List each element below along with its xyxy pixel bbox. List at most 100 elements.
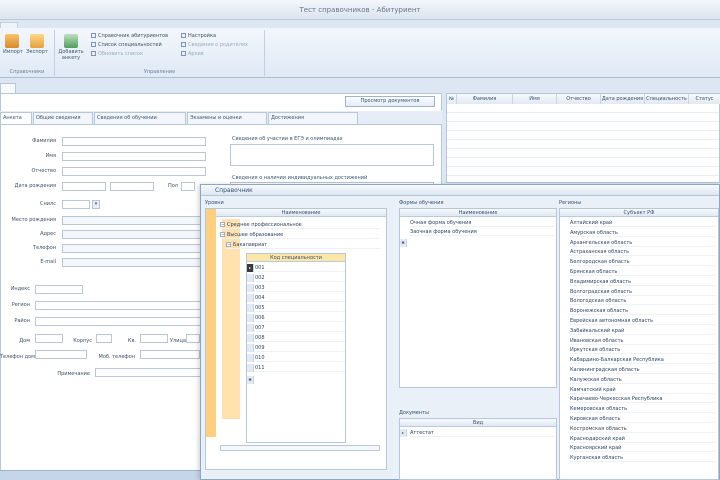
region-item[interactable]: Калининградская область [570,366,716,374]
region-item[interactable]: Ивановская область [570,337,716,345]
region-item[interactable]: Воронежская область [570,307,716,316]
region-item[interactable]: Амурская область [570,229,716,237]
region-item[interactable]: Брянская область [570,268,716,276]
tree-node[interactable]: − Бакалавриат [226,241,380,249]
region-item[interactable]: Калужская область [570,376,716,384]
forms-column-header[interactable]: Наименование [400,209,556,217]
region-item[interactable]: Кабардино-Балкарская Республика [570,356,716,365]
ribbon-item-applicants[interactable]: Справочник абитуриентов [91,33,168,40]
tab-general[interactable]: Общие сведения [33,112,93,124]
region-item[interactable]: Астраханская область [570,248,716,257]
table-row[interactable] [447,140,719,149]
grid-header[interactable]: Специальность [645,94,689,104]
birthplace-field[interactable] [62,216,206,225]
grid-header[interactable]: Имя [513,94,557,104]
list-item[interactable]: Очная форма обучения [410,219,554,227]
surname-field[interactable] [62,137,206,146]
new-row-icon[interactable]: ✱ [400,239,407,247]
birthdate-field[interactable] [62,182,106,191]
building-field[interactable] [96,334,112,343]
citizenship-field[interactable] [110,182,154,191]
region-item[interactable]: Владимирская область [570,278,716,286]
region-item[interactable]: Архангельская область [570,239,716,247]
patronymic-field[interactable] [62,167,206,176]
import-button[interactable]: Импорт [3,34,23,55]
documents-column-header[interactable]: Вид [400,419,556,427]
new-row-bar[interactable] [220,445,380,451]
region-item[interactable]: Белгородская область [570,258,716,267]
export-button[interactable]: Экспорт [23,34,51,55]
region-item[interactable]: Кемеровская область [570,405,716,414]
list-item[interactable]: 007 [255,324,345,332]
email-field[interactable] [62,258,206,267]
region-field[interactable] [35,301,201,310]
table-row[interactable] [447,104,719,113]
ege-box[interactable] [230,144,434,166]
add-form-button[interactable]: Добавить анкету [57,34,85,61]
table-row[interactable] [447,158,719,167]
list-item[interactable]: 006 [255,314,345,322]
snils-field[interactable] [62,200,90,209]
home-phone-field[interactable] [35,350,87,359]
grid-header[interactable]: Отчество [557,94,601,104]
tree-expand-icon[interactable]: − [220,232,225,237]
grid-header[interactable]: Фамилия [457,94,513,104]
new-row-icon[interactable]: ✱ [247,376,254,384]
table-row[interactable] [447,122,719,131]
region-item[interactable]: Кировская область [570,415,716,423]
list-item[interactable]: 009 [255,344,345,352]
gender-field[interactable] [181,182,195,191]
tab-form[interactable] [0,83,16,93]
ribbon-item-refresh[interactable]: Обновить список [91,51,143,58]
ribbon-item-parents[interactable]: Сведения о родителях [181,42,248,49]
region-item[interactable]: Иркутская область [570,346,716,355]
grid-header[interactable]: № [447,94,457,104]
tab-anketa[interactable]: Анкета [0,112,32,124]
street-field[interactable] [186,334,200,343]
region-item[interactable]: Красноярский край [570,444,716,453]
list-item[interactable]: 002 [255,274,345,282]
house-field[interactable] [35,334,63,343]
mobile-field[interactable] [140,350,200,359]
phone-field[interactable] [62,244,206,253]
levels-column-header[interactable]: Наименование [216,209,386,217]
tree-expand-icon[interactable]: − [226,242,231,247]
address-field[interactable] [62,230,206,239]
list-item[interactable]: 003 [255,284,345,292]
ribbon-item-settings[interactable]: Настройка [181,33,216,40]
nested-column-header[interactable]: Код специальности [247,254,345,262]
region-item[interactable]: Еврейская автономная область [570,317,716,325]
region-item[interactable]: Курганская область [570,454,716,463]
district-field[interactable] [35,317,201,326]
tree-node[interactable]: − Среднее профессиональное [220,221,380,229]
table-row[interactable] [447,167,719,176]
tab-exams[interactable]: Экзамены и оценки [187,112,267,124]
region-item[interactable]: Забайкальский край [570,327,716,335]
grid-header[interactable]: Статус [689,94,720,104]
table-row[interactable] [447,131,719,140]
region-item[interactable]: Карачаево-Черкесская Республика [570,395,716,404]
region-item[interactable]: Вологодская область [570,297,716,306]
list-item[interactable]: 008 [255,334,345,342]
list-item[interactable]: 001 [255,264,345,272]
region-item[interactable]: Камчатский край [570,386,716,394]
table-row[interactable] [447,149,719,158]
view-documents-button[interactable]: Просмотр документов [345,96,435,107]
name-field[interactable] [62,152,206,161]
list-item[interactable]: Аттестат [410,429,554,437]
table-row[interactable] [447,113,719,122]
regions-column-header[interactable]: Субъект РФ [560,209,718,217]
tab-education[interactable]: Сведения об обучении [94,112,186,124]
region-item[interactable]: Волгоградская область [570,288,716,296]
list-item[interactable]: Заочная форма обучения [410,228,554,236]
region-item[interactable]: Алтайский край [570,219,716,227]
tree-expand-icon[interactable]: − [220,222,225,227]
note-field[interactable] [95,368,201,377]
list-item[interactable]: 010 [255,354,345,362]
list-item[interactable]: 005 [255,304,345,312]
list-item[interactable]: 011 [255,364,345,372]
tree-node[interactable]: − Высшее образование [220,231,380,239]
ribbon-item-archive[interactable]: Архив [181,51,204,58]
tab-achievements[interactable]: Достижения [268,112,358,124]
index-field[interactable] [35,285,83,294]
